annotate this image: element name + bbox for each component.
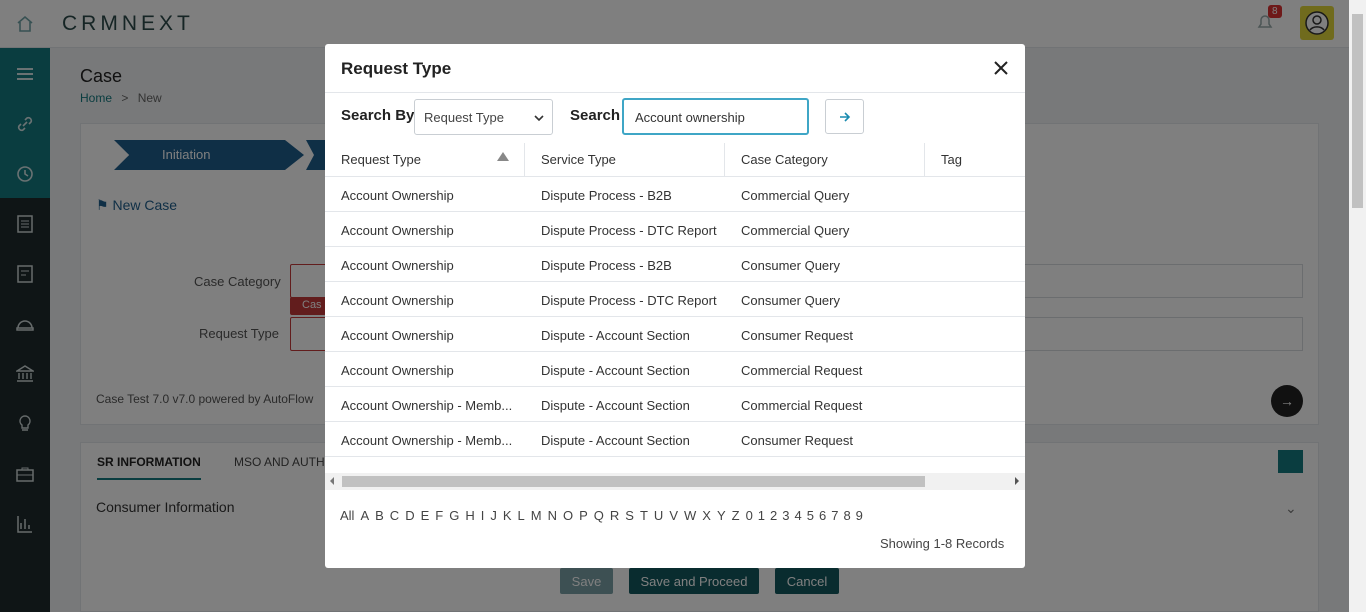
alpha-5[interactable]: 5 xyxy=(807,508,814,523)
search-by-select[interactable]: Request Type xyxy=(414,99,553,135)
scroll-left-icon xyxy=(330,477,334,485)
alpha-4[interactable]: 4 xyxy=(795,508,802,523)
table-row[interactable]: Account Ownership - Memb... Dispute - Acc… xyxy=(325,387,1025,422)
search-go-button[interactable] xyxy=(825,99,864,134)
alpha-a[interactable]: A xyxy=(360,508,369,523)
scroll-right-icon xyxy=(1015,477,1019,485)
table-header: Request Type Service Type Case Category … xyxy=(325,143,1025,177)
alpha-8[interactable]: 8 xyxy=(843,508,850,523)
cell-request-type: Account Ownership xyxy=(341,293,454,308)
cell-case-category: Consumer Request xyxy=(741,433,853,448)
alpha-x[interactable]: X xyxy=(702,508,711,523)
alpha-n[interactable]: N xyxy=(548,508,557,523)
alpha-t[interactable]: T xyxy=(640,508,648,523)
alpha-m[interactable]: M xyxy=(531,508,542,523)
cell-service-type: Dispute Process - B2B xyxy=(541,258,672,273)
cell-case-category: Consumer Query xyxy=(741,258,840,273)
cell-service-type: Dispute - Account Section xyxy=(541,398,690,413)
alpha-i[interactable]: I xyxy=(481,508,485,523)
alpha-7[interactable]: 7 xyxy=(831,508,838,523)
alpha-q[interactable]: Q xyxy=(594,508,604,523)
cell-request-type: Account Ownership xyxy=(341,258,454,273)
alpha-e[interactable]: E xyxy=(421,508,430,523)
table-row[interactable]: Account Ownership Dispute Process - DTC R… xyxy=(325,212,1025,247)
alpha-c[interactable]: C xyxy=(390,508,399,523)
sort-ascending-icon[interactable] xyxy=(497,152,509,161)
table-row[interactable]: Account Ownership - Memb... Dispute - Acc… xyxy=(325,422,1025,457)
alpha-6[interactable]: 6 xyxy=(819,508,826,523)
alpha-b[interactable]: B xyxy=(375,508,384,523)
cell-request-type: Account Ownership - Memb... xyxy=(341,398,513,413)
horizontal-scrollbar[interactable] xyxy=(325,473,1025,490)
chevron-down-icon xyxy=(534,110,544,125)
alpha-r[interactable]: R xyxy=(610,508,619,523)
cell-request-type: Account Ownership - Memb... xyxy=(341,433,513,448)
alphabet-filter: All A B C D E F G H I J K L M N O P Q R S T U V W X Y Z 0 1 2 3 4 5 6 7 8 9 xyxy=(340,508,868,523)
table-row[interactable]: Account Ownership Dispute Process - B2B Co… xyxy=(325,247,1025,282)
cell-service-type: Dispute Process - DTC Report xyxy=(541,223,717,238)
cell-service-type: Dispute - Account Section xyxy=(541,433,690,448)
alpha-h[interactable]: H xyxy=(465,508,474,523)
modal-header: Request Type xyxy=(325,44,1025,93)
alpha-0[interactable]: 0 xyxy=(746,508,753,523)
alpha-g[interactable]: G xyxy=(449,508,459,523)
search-label: Search xyxy=(570,107,621,124)
cell-service-type: Dispute - Account Section xyxy=(541,328,690,343)
cell-case-category: Commercial Query xyxy=(741,223,850,238)
alpha-v[interactable]: V xyxy=(669,508,678,523)
cell-service-type: Dispute Process - DTC Report xyxy=(541,293,717,308)
cell-case-category: Consumer Request xyxy=(741,328,853,343)
alpha-2[interactable]: 2 xyxy=(770,508,777,523)
alpha-y[interactable]: Y xyxy=(717,508,726,523)
alpha-j[interactable]: J xyxy=(490,508,497,523)
cell-case-category: Consumer Query xyxy=(741,293,840,308)
search-by-value: Request Type xyxy=(424,110,504,125)
cell-request-type: Account Ownership xyxy=(341,188,454,203)
table-row[interactable]: Account Ownership Dispute Process - B2B Co… xyxy=(325,177,1025,212)
search-input[interactable]: Account ownership xyxy=(622,98,809,135)
alpha-1[interactable]: 1 xyxy=(758,508,765,523)
table-row[interactable]: Account Ownership Dispute Process - DTC R… xyxy=(325,282,1025,317)
page-scrollbar[interactable] xyxy=(1349,0,1366,612)
records-count: Showing 1-8 Records xyxy=(880,536,1005,551)
alpha-f[interactable]: F xyxy=(435,508,443,523)
alpha-all[interactable]: All xyxy=(340,508,354,523)
col-case-category[interactable]: Case Category xyxy=(741,152,828,167)
alpha-9[interactable]: 9 xyxy=(856,508,863,523)
cell-request-type: Account Ownership xyxy=(341,328,454,343)
alpha-k[interactable]: K xyxy=(503,508,512,523)
col-request-type[interactable]: Request Type xyxy=(341,152,421,167)
close-icon[interactable] xyxy=(991,58,1011,78)
cell-service-type: Dispute - Account Section xyxy=(541,363,690,378)
cell-case-category: Commercial Request xyxy=(741,398,863,413)
modal-title: Request Type xyxy=(341,59,452,78)
search-by-label: Search By xyxy=(341,107,415,124)
alpha-w[interactable]: W xyxy=(684,508,696,523)
cell-case-category: Commercial Request xyxy=(741,363,863,378)
col-tag[interactable]: Tag xyxy=(941,152,962,167)
cell-service-type: Dispute Process - B2B xyxy=(541,188,672,203)
alpha-3[interactable]: 3 xyxy=(782,508,789,523)
arrow-right-icon xyxy=(839,111,850,122)
cell-request-type: Account Ownership xyxy=(341,363,454,378)
alpha-p[interactable]: P xyxy=(579,508,588,523)
alpha-s[interactable]: S xyxy=(625,508,634,523)
col-service-type[interactable]: Service Type xyxy=(541,152,616,167)
alpha-l[interactable]: L xyxy=(518,508,525,523)
table-row[interactable]: Account Ownership Dispute - Account Secti… xyxy=(325,317,1025,352)
cell-case-category: Commercial Query xyxy=(741,188,850,203)
alpha-d[interactable]: D xyxy=(405,508,414,523)
request-type-modal: Request Type Search By Request Type Sear… xyxy=(325,44,1025,568)
alpha-z[interactable]: Z xyxy=(732,508,740,523)
alpha-o[interactable]: O xyxy=(563,508,573,523)
table-row[interactable]: Account Ownership Dispute - Account Secti… xyxy=(325,352,1025,387)
cell-request-type: Account Ownership xyxy=(341,223,454,238)
alpha-u[interactable]: U xyxy=(654,508,663,523)
